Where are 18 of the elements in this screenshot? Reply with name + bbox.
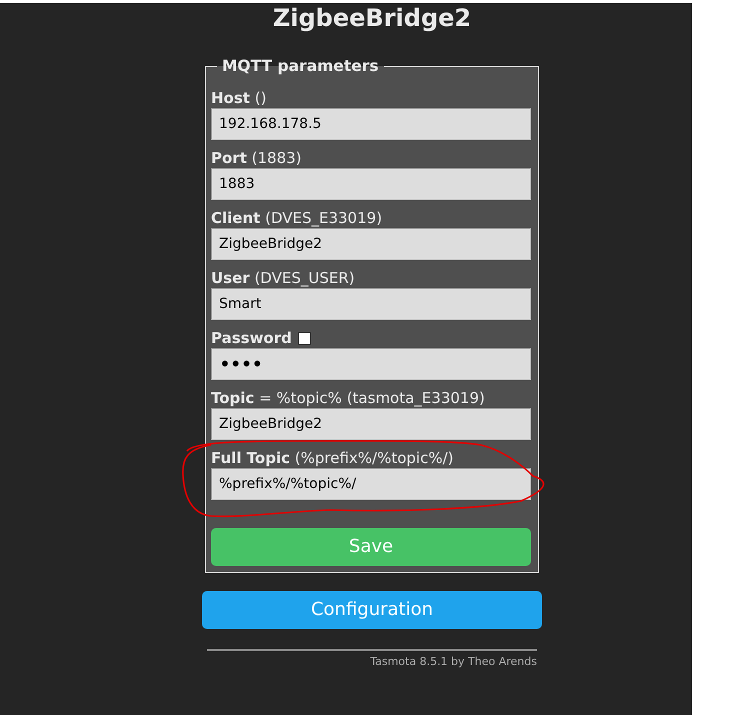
input-field[interactable]: %prefix%/%topic%/: [211, 468, 531, 500]
input-field[interactable]: ZigbeeBridge2: [211, 228, 531, 260]
input-field[interactable]: Smart: [211, 288, 531, 320]
password-field[interactable]: ••••: [211, 348, 531, 380]
section-legend: MQTT parameters: [217, 56, 384, 76]
field-label: Host (): [211, 88, 266, 108]
page-title: ZigbeeBridge2: [272, 3, 472, 33]
field-label: User (DVES_USER): [211, 268, 355, 288]
footer-text: Tasmota 8.5.1 by Theo Arends: [369, 655, 537, 669]
field-label: Client (DVES_E33019): [211, 208, 382, 228]
field-label: Port (1883): [211, 148, 302, 168]
field-label: Topic = %topic% (tasmota_E33019): [211, 388, 485, 408]
input-field[interactable]: ZigbeeBridge2: [211, 408, 531, 440]
field-label: Full Topic (%prefix%/%topic%/): [211, 448, 454, 468]
show-password-checkbox[interactable]: [298, 332, 311, 344]
input-field[interactable]: 1883: [211, 168, 531, 200]
input-field[interactable]: 192.168.178.5: [211, 108, 531, 140]
field-label: Password: [211, 328, 292, 348]
